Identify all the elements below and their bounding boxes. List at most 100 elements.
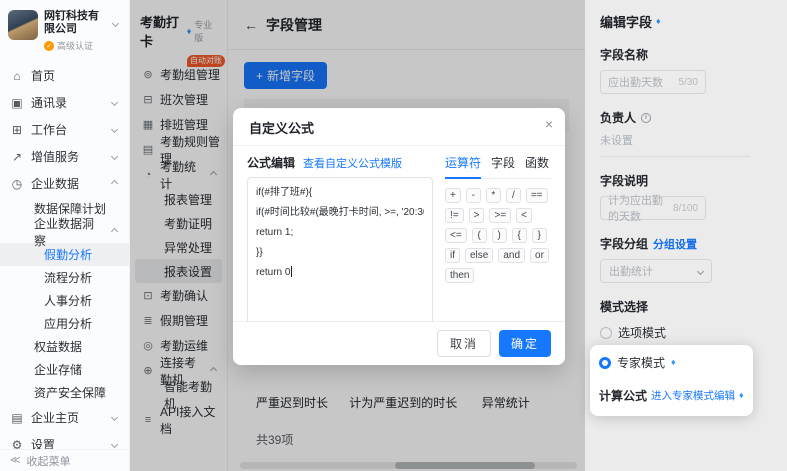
close-icon[interactable]: × [545, 116, 553, 132]
operator-chip[interactable]: * [486, 188, 501, 203]
enter-expert-mode-link[interactable]: 进入专家模式编辑 [651, 388, 735, 403]
tab-fields[interactable]: 字段 [491, 154, 515, 171]
sidebar-item-label: 资产安全保障 [34, 384, 106, 401]
guide-spotlight: 专家模式 ♦ 计算公式 进入专家模式编辑 ♦ [590, 345, 753, 416]
collapse-label: 收起菜单 [26, 453, 70, 469]
sidebar-item-icon: ⊞ [10, 123, 24, 137]
left-sidebar: 网钉科技有限公司 ✓ 高级认证 ⌂ 首页 ▣ 通讯录 [0, 0, 130, 471]
modal-footer: 取消 确定 [233, 321, 565, 365]
mode-select-label: 模式选择 [600, 298, 773, 315]
company-switcher[interactable]: 网钉科技有限公司 ✓ 高级认证 [0, 0, 129, 58]
sidebar-item[interactable]: 人事分析 [0, 289, 129, 312]
sidebar-item-icon: ◷ [10, 177, 24, 191]
vip-gem-icon: ♦ [656, 17, 661, 26]
sidebar-item-label: 权益数据 [34, 338, 82, 355]
chevron-icon [111, 228, 118, 235]
field-name-value: 应出勤天数 [608, 74, 663, 90]
sidebar-item[interactable]: 应用分析 [0, 312, 129, 335]
operator-chip[interactable]: ) [492, 228, 507, 243]
tab-operators[interactable]: 运算符 [445, 154, 481, 171]
chevron-icon [111, 414, 118, 421]
operator-chip[interactable]: != [445, 208, 464, 223]
field-name-input[interactable]: 应出勤天数 5/30 [600, 70, 706, 94]
chevron-icon [111, 153, 118, 160]
chevron-down-icon [112, 20, 119, 27]
operator-chip[interactable]: <= [445, 228, 467, 243]
operator-chip[interactable]: - [466, 188, 481, 203]
operator-chip[interactable]: >= [489, 208, 511, 223]
operator-chip[interactable]: if [445, 248, 460, 263]
sidebar-item[interactable]: ▣ 通讯录 [0, 89, 129, 116]
sidebar-item-label: 人事分析 [44, 292, 92, 309]
owner-label: 负责人 [600, 109, 636, 126]
field-group-label-row: 字段分组 分组设置 [600, 235, 773, 252]
formula-editor-labels: 公式编辑 查看自定义公式模版 [247, 154, 433, 171]
sidebar-item[interactable]: ⊞ 工作台 [0, 116, 129, 143]
tab-functions[interactable]: 函数 [525, 154, 549, 171]
company-name: 网钉科技有限公司 [44, 10, 107, 36]
custom-formula-modal: 自定义公式 × 公式编辑 查看自定义公式模版 if(#排了班#){ if(#时间 [233, 108, 565, 365]
operator-chip[interactable]: or [530, 248, 549, 263]
sidebar-item[interactable]: ◷ 企业数据 [0, 170, 129, 197]
expert-mode-label: 专家模式 [617, 354, 665, 371]
operator-chip[interactable]: / [506, 188, 521, 203]
formula-line: }} [256, 243, 424, 263]
sidebar-item[interactable]: ↗ 增值服务 [0, 143, 129, 170]
owner-label-row: 负责人 i [600, 109, 773, 126]
radio-unselected-icon [600, 327, 612, 339]
sidebar-item[interactable]: ▤ 企业主页 [0, 404, 129, 431]
sidebar-item[interactable]: 企业数据洞察 [0, 220, 129, 243]
sidebar-menu: ⌂ 首页 ▣ 通讯录 ⊞ 工作台 ↗ 增值服 [0, 62, 129, 458]
sidebar-item-label: 首页 [31, 67, 55, 84]
sidebar-item[interactable]: 权益数据 [0, 335, 129, 358]
sidebar-item-label: 企业主页 [31, 409, 79, 426]
chevron-icon [111, 99, 118, 106]
group-settings-link[interactable]: 分组设置 [653, 236, 697, 252]
formula-editor[interactable]: if(#排了班#){ if(#时间比较#(最晚打卡时间, >=, '20:30'… [247, 177, 433, 327]
certification-badge: ✓ 高级认证 [44, 39, 107, 52]
operator-list: + - * / == != > [445, 188, 551, 283]
sidebar-item-icon: ▣ [10, 96, 24, 110]
radio-selected-icon [599, 357, 611, 369]
operator-chip[interactable]: and [498, 248, 525, 263]
sidebar-item[interactable]: 流程分析 [0, 266, 129, 289]
sidebar-item[interactable]: ⌂ 首页 [0, 62, 129, 89]
app-window: 网钉科技有限公司 ✓ 高级认证 ⌂ 首页 ▣ 通讯录 [0, 0, 787, 471]
sidebar-item-label: 企业存储 [34, 361, 82, 378]
operator-chip[interactable]: then [445, 268, 474, 283]
sidebar-item-icon: ▤ [10, 411, 24, 425]
verified-check-icon: ✓ [44, 41, 54, 51]
sidebar-item-label: 假勤分析 [44, 246, 92, 263]
expert-mode-radio[interactable]: 专家模式 ♦ [599, 354, 744, 371]
sidebar-item[interactable]: 资产安全保障 [0, 381, 129, 404]
sidebar-item-label: 企业数据洞察 [34, 215, 105, 249]
sidebar-item[interactable]: 企业存储 [0, 358, 129, 381]
sidebar-item-label: 企业数据 [31, 175, 79, 192]
collapse-menu-button[interactable]: ≪ 收起菜单 [0, 449, 129, 471]
formula-helper-section: 运算符 字段 函数 + - * / [445, 154, 551, 327]
sidebar-item[interactable]: 假勤分析 [0, 243, 129, 266]
modal-body: 公式编辑 查看自定义公式模版 if(#排了班#){ if(#时间比较#(最晚打卡… [233, 146, 565, 327]
operator-chip[interactable]: else [465, 248, 493, 263]
formula-line: if(#时间比较#(最晚打卡时间, >=, '20:30')){ [256, 203, 424, 223]
cancel-button[interactable]: 取消 [437, 330, 491, 357]
field-description-label: 字段说明 [600, 172, 773, 189]
chevron-down-icon [697, 267, 704, 274]
operator-chip[interactable]: + [445, 188, 461, 203]
operator-chip[interactable]: > [469, 208, 485, 223]
formula-editor-section: 公式编辑 查看自定义公式模版 if(#排了班#){ if(#时间比较#(最晚打卡… [247, 154, 433, 327]
operator-chip[interactable]: } [532, 228, 547, 243]
operator-chip[interactable]: { [512, 228, 527, 243]
operator-chip[interactable]: == [526, 188, 548, 203]
owner-field[interactable]: 未设置 [600, 132, 750, 157]
operator-chip[interactable]: < [516, 208, 532, 223]
workspace: 考勤打卡 ♦ 专业版 ⊚ 考勤组管理 自动对账 ⊟ 班次管理 [130, 0, 585, 471]
operator-chip[interactable]: ( [472, 228, 487, 243]
view-template-link[interactable]: 查看自定义公式模版 [303, 155, 402, 171]
calc-formula-row: 计算公式 进入专家模式编辑 ♦ [599, 387, 744, 404]
option-mode-radio[interactable]: 选项模式 [600, 324, 773, 341]
confirm-button[interactable]: 确定 [499, 330, 551, 357]
field-group-select[interactable]: 出勤统计 [600, 259, 712, 283]
field-description-input[interactable]: 计为应出勤的天数 8/100 [600, 196, 706, 220]
option-mode-label: 选项模式 [618, 324, 666, 341]
